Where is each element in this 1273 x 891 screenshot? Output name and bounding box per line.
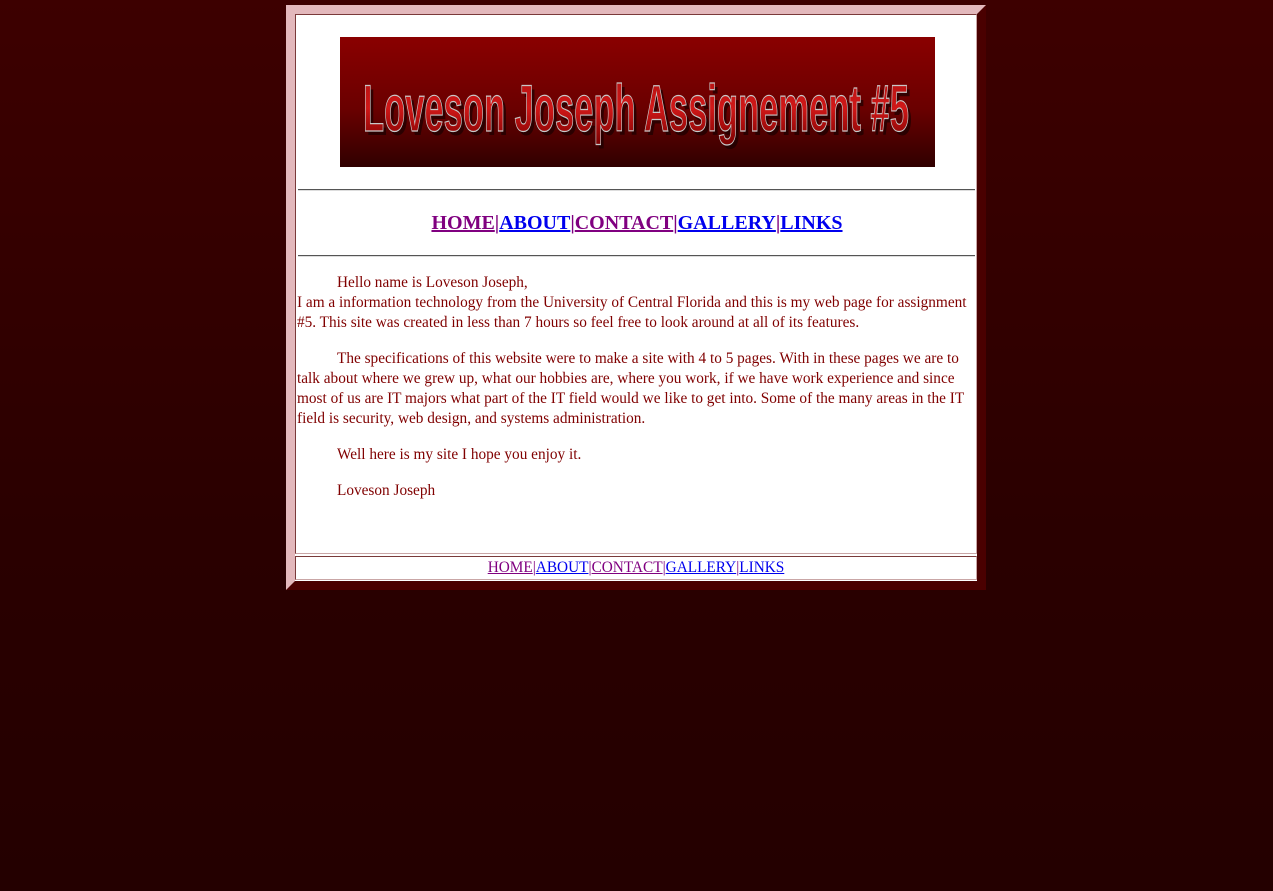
paragraph-signature: Loveson Joseph: [297, 481, 977, 501]
specifications-text: The specifications of this website were …: [297, 350, 964, 427]
paragraph-greeting: Hello name is Loveson Joseph, I am a info…: [297, 273, 977, 333]
divider-top: [298, 189, 975, 191]
footer-home-link[interactable]: HOME: [488, 559, 533, 576]
nav-gallery-link[interactable]: GALLERY: [678, 212, 776, 234]
footer-links-link[interactable]: LINKS: [739, 559, 784, 576]
footer-contact-link[interactable]: CONTACT: [592, 559, 663, 576]
nav-links-link[interactable]: LINKS: [780, 212, 842, 234]
footer-navigation: HOME|ABOUT|CONTACT|GALLERY|LINKS: [295, 556, 977, 580]
divider-bottom: [298, 255, 975, 257]
greeting-line: Hello name is Loveson Joseph,: [337, 274, 528, 291]
signature-text: Loveson Joseph: [337, 482, 436, 499]
nav-home-link[interactable]: HOME: [431, 212, 494, 234]
page-frame: Loveson Joseph Assignement #5 Loveson Jo…: [286, 5, 986, 590]
footer-gallery-link[interactable]: GALLERY: [666, 559, 737, 576]
nav-contact-link[interactable]: CONTACT: [575, 212, 674, 234]
paragraph-welcome: Well here is my site I hope you enjoy it…: [297, 445, 977, 465]
banner-graphic: Loveson Joseph Assignement #5 Loveson Jo…: [362, 70, 912, 149]
footer-about-link[interactable]: ABOUT: [536, 559, 589, 576]
greeting-body: I am a information technology from the U…: [297, 294, 967, 331]
intro-text: Hello name is Loveson Joseph, I am a info…: [297, 273, 977, 517]
nav-about-link[interactable]: ABOUT: [499, 212, 570, 234]
welcome-text: Well here is my site I hope you enjoy it…: [337, 446, 582, 463]
banner-title: Loveson Joseph Assignement #5: [363, 71, 909, 145]
main-navigation: HOME|ABOUT|CONTACT|GALLERY|LINKS: [296, 211, 978, 235]
banner-image: Loveson Joseph Assignement #5 Loveson Jo…: [340, 37, 935, 167]
paragraph-specifications: The specifications of this website were …: [297, 349, 977, 429]
main-content-cell: Loveson Joseph Assignement #5 Loveson Jo…: [295, 14, 977, 554]
